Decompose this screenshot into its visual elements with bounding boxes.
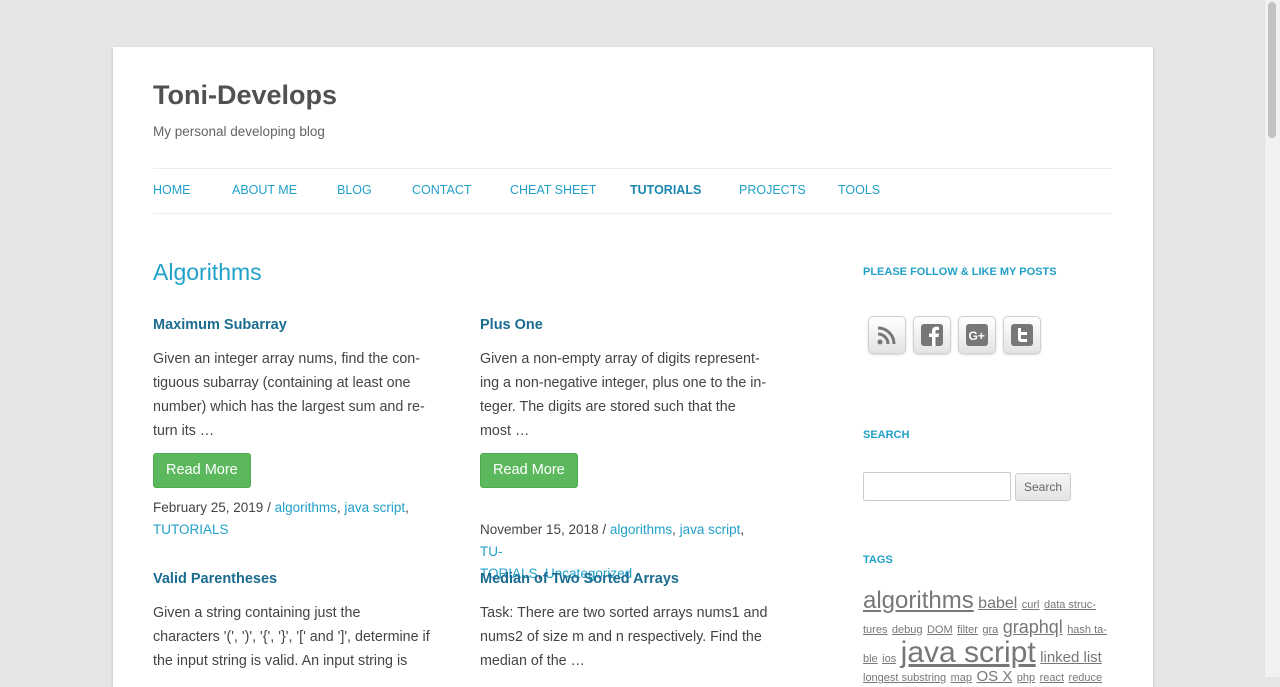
nav-item-tutorials[interactable]: TUTORIALS [630, 183, 701, 197]
tag-link[interactable]: ble [863, 653, 878, 665]
follow-widget-title: PLEASE FOLLOW & LIKE MY POSTS [863, 266, 1057, 278]
twitter-icon[interactable] [1003, 316, 1041, 354]
category-link[interactable]: algorithms [275, 500, 337, 515]
site-tagline: My personal developing blog [153, 124, 325, 139]
tag-cloud-row: longest substring map OS X php react red… [863, 668, 1118, 686]
tag-link[interactable]: linked list [1040, 649, 1102, 666]
nav-item-about-me[interactable]: ABOUT ME [232, 183, 297, 197]
category-link[interactable]: algorithms [610, 522, 672, 537]
tag-link[interactable]: curl [1022, 599, 1040, 611]
post-title[interactable]: Median of Two Sorted Arrays [480, 569, 770, 589]
google-plus-icon[interactable]: G+ [958, 316, 996, 354]
search-widget-title: SEARCH [863, 429, 910, 441]
tag-link[interactable]: reduce [1069, 672, 1103, 684]
tag-link[interactable]: filter [957, 624, 978, 636]
tag-link[interactable]: php [1017, 672, 1035, 684]
post-card: Plus One Given a non-empty array of digi… [480, 315, 770, 585]
search-button[interactable]: Search [1015, 473, 1071, 501]
post-title[interactable]: Valid Parentheses [153, 569, 443, 589]
nav-item-home[interactable]: HOME [153, 183, 191, 197]
sidebar: PLEASE FOLLOW & LIKE MY POSTS G+ SEARCH … [863, 266, 1113, 685]
post-excerpt: Given a non-empty array of digits repres… [480, 351, 767, 439]
tag-cloud-row: tures debug DOM filter gra graphql hash … [863, 616, 1118, 638]
post-date: February 25, 2019 [153, 500, 264, 515]
tag-link[interactable]: gra [982, 624, 998, 636]
tag-link[interactable]: graphql [1003, 617, 1063, 637]
tags-widget-title: TAGS [863, 554, 893, 566]
search-input[interactable] [863, 472, 1011, 501]
page-container: Toni-Develops My personal developing blo… [113, 47, 1153, 687]
post-card: Valid Parentheses Given a string contain… [153, 569, 443, 673]
nav-item-blog[interactable]: BLOG [337, 183, 372, 197]
post-card: Maximum Subarray Given an integer array … [153, 315, 443, 541]
post-excerpt: Task: There are two sorted arrays nums1 … [480, 605, 768, 669]
post-date: November 15, 2018 [480, 522, 599, 537]
tag-link[interactable]: babel [978, 595, 1017, 612]
tag-cloud-row: algorithms babel curl data struc- [863, 586, 1118, 616]
nav-item-cheat-sheet[interactable]: CHEAT SHEET [510, 183, 596, 197]
tag-link[interactable]: react [1040, 672, 1064, 684]
read-more-button[interactable]: Read More [153, 453, 251, 488]
tag-cloud: algorithms babel curl data struc-tures d… [863, 586, 1118, 686]
rss-icon[interactable] [868, 316, 906, 354]
tag-link[interactable]: map [951, 672, 972, 684]
archive-title: Algorithms [153, 259, 262, 285]
main-navigation: HOME ABOUT ME BLOG CONTACT CHEAT SHEET T… [153, 168, 1112, 214]
nav-item-contact[interactable]: CONTACT [412, 183, 472, 197]
svg-text:G+: G+ [969, 329, 985, 343]
tag-link[interactable]: debug [892, 624, 923, 636]
category-link[interactable]: TUTORIALS [153, 522, 229, 537]
tag-cloud-row: ble ios java script linked list [863, 638, 1118, 668]
read-more-button[interactable]: Read More [480, 453, 578, 488]
post-excerpt: Given an integer array nums, find the co… [153, 351, 425, 439]
facebook-icon[interactable] [913, 316, 951, 354]
tag-link[interactable]: hash ta- [1067, 624, 1107, 636]
post-meta: February 25, 2019 / algorithms, java scr… [153, 500, 409, 537]
tag-link[interactable]: ios [882, 653, 896, 665]
tag-link[interactable]: algorithms [863, 587, 974, 614]
vertical-scrollbar[interactable] [1264, 0, 1280, 677]
post-title[interactable]: Maximum Subarray [153, 315, 443, 335]
nav-item-tools[interactable]: TOOLS [838, 183, 880, 197]
nav-item-projects[interactable]: PROJECTS [739, 183, 806, 197]
post-card: Median of Two Sorted Arrays Task: There … [480, 569, 770, 673]
post-title[interactable]: Plus One [480, 315, 770, 335]
tag-link[interactable]: longest substring [863, 672, 946, 684]
category-link[interactable]: java script [680, 522, 741, 537]
scroll-thumb[interactable] [1268, 2, 1276, 138]
tag-link[interactable]: DOM [927, 624, 953, 636]
site-title[interactable]: Toni-Develops [153, 80, 337, 111]
category-link[interactable]: java script [344, 500, 405, 515]
tag-link[interactable]: java script [901, 636, 1036, 669]
tag-link[interactable]: data struc- [1044, 599, 1096, 611]
tag-link[interactable]: tures [863, 624, 887, 636]
post-excerpt: Given a string containing just the chara… [153, 605, 430, 669]
